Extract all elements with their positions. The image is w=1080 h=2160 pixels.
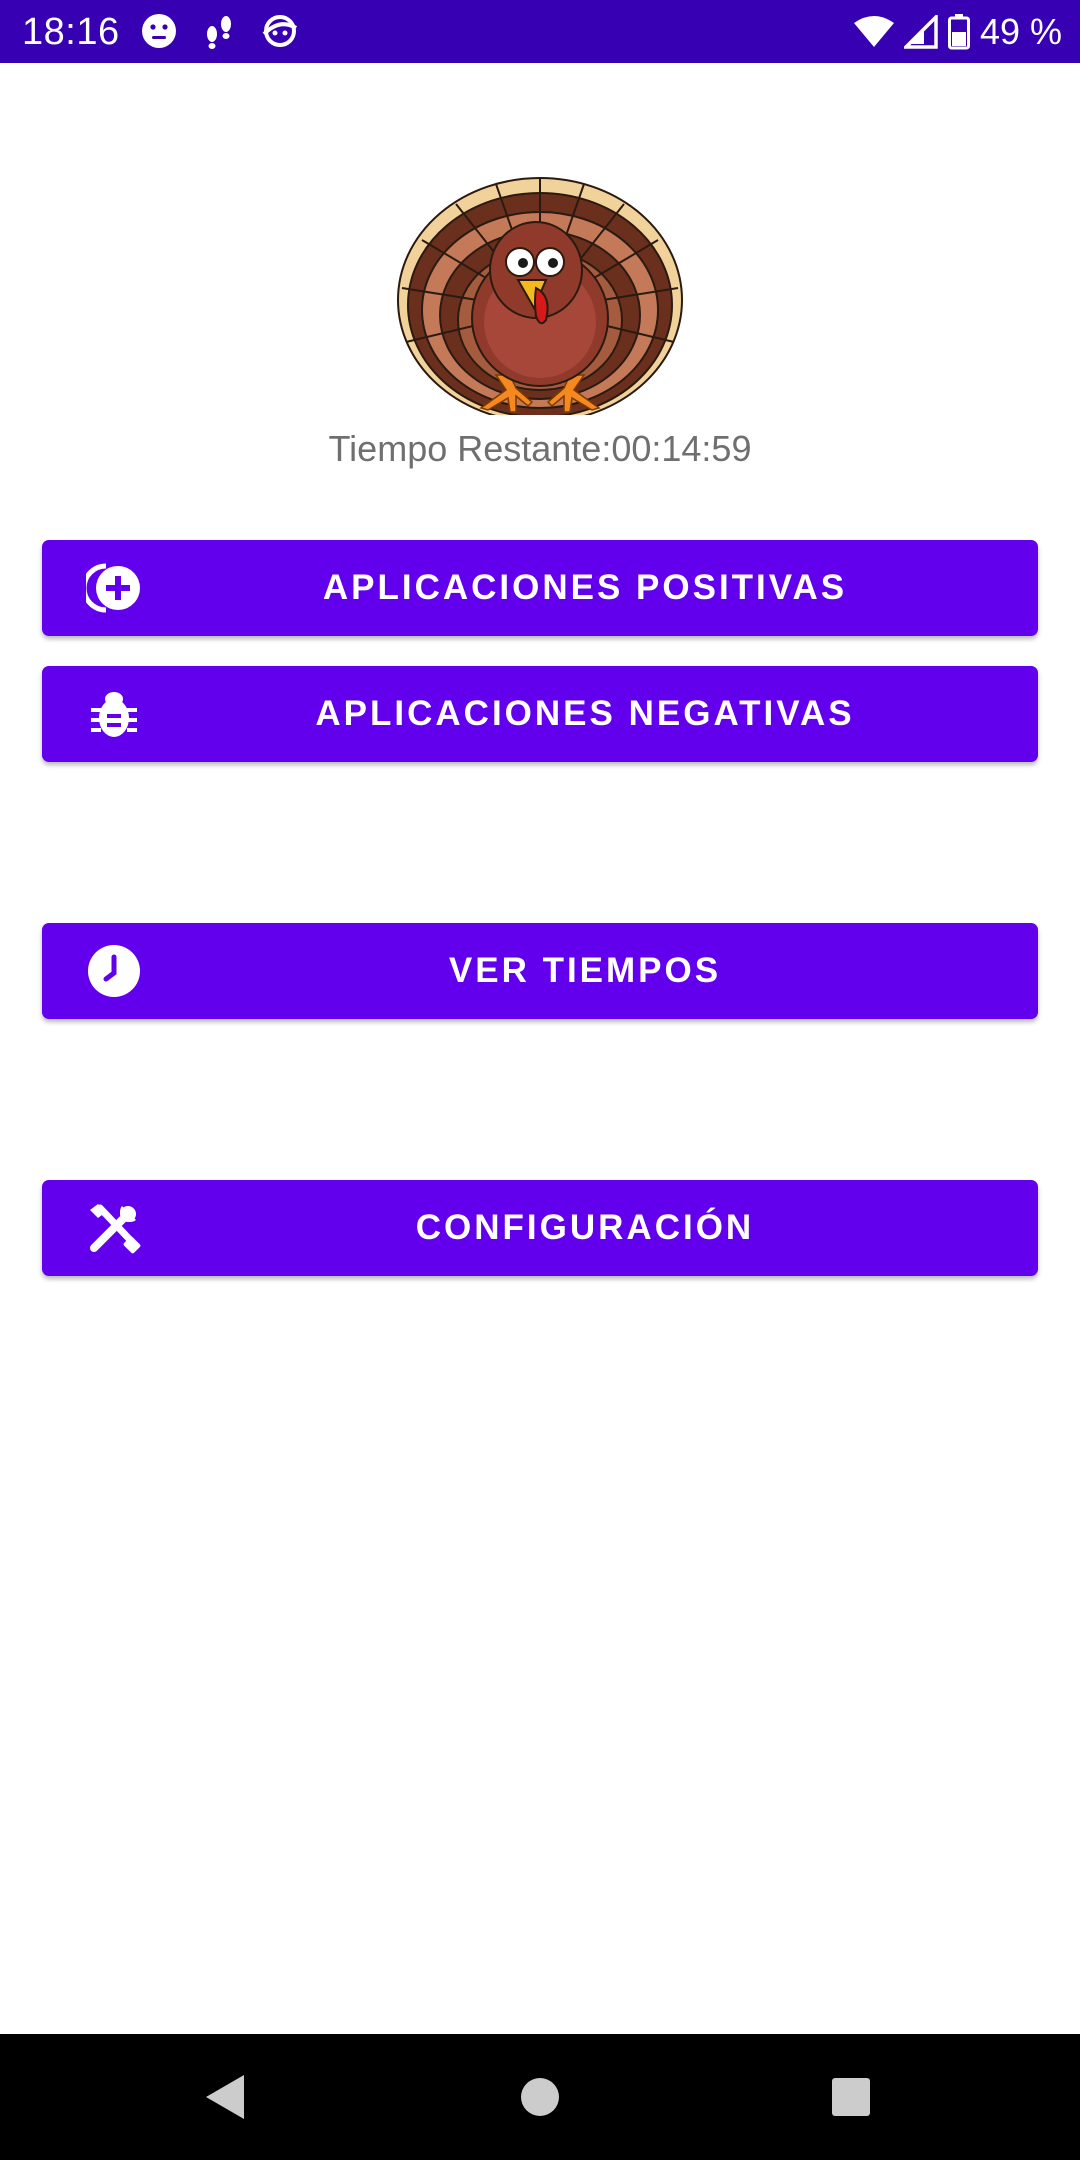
battery-icon [947, 14, 970, 50]
positive-apps-label: APLICACIONES POSITIVAS [322, 568, 848, 607]
sync-face-icon [262, 15, 298, 47]
positive-apps-button[interactable]: APLICACIONES POSITIVAS [42, 540, 1038, 636]
status-bar: 18:16 49 % [0, 0, 1080, 63]
negative-apps-label: APLICACIONES NEGATIVAS [315, 694, 855, 733]
remaining-time-label: Tiempo Restante:00:14:59 [328, 428, 752, 469]
settings-button[interactable]: CONFIGURACIÓN [42, 1180, 1038, 1276]
turkey-logo [397, 177, 683, 415]
recents-icon[interactable] [816, 2062, 886, 2132]
face-icon [142, 14, 176, 48]
cellular-signal-icon [903, 15, 938, 49]
back-icon[interactable] [190, 2062, 260, 2132]
home-icon[interactable] [505, 2062, 575, 2132]
settings-label: CONFIGURACIÓN [415, 1208, 755, 1247]
app-screen: 18:16 49 % Tiempo Restante:00:14:59 APLI… [0, 0, 1080, 2160]
wifi-icon [853, 16, 894, 47]
status-right-group: 49 % [853, 8, 1062, 56]
status-time: 18:16 [22, 11, 120, 53]
negative-apps-button[interactable]: APLICACIONES NEGATIVAS [42, 666, 1038, 762]
footprints-icon [207, 16, 231, 49]
battery-percent: 49 % [979, 11, 1062, 52]
view-times-button[interactable]: VER TIEMPOS [42, 923, 1038, 1019]
navigation-bar [0, 2034, 1080, 2160]
status-notification-icons [140, 10, 300, 52]
view-times-label: VER TIEMPOS [448, 951, 722, 990]
